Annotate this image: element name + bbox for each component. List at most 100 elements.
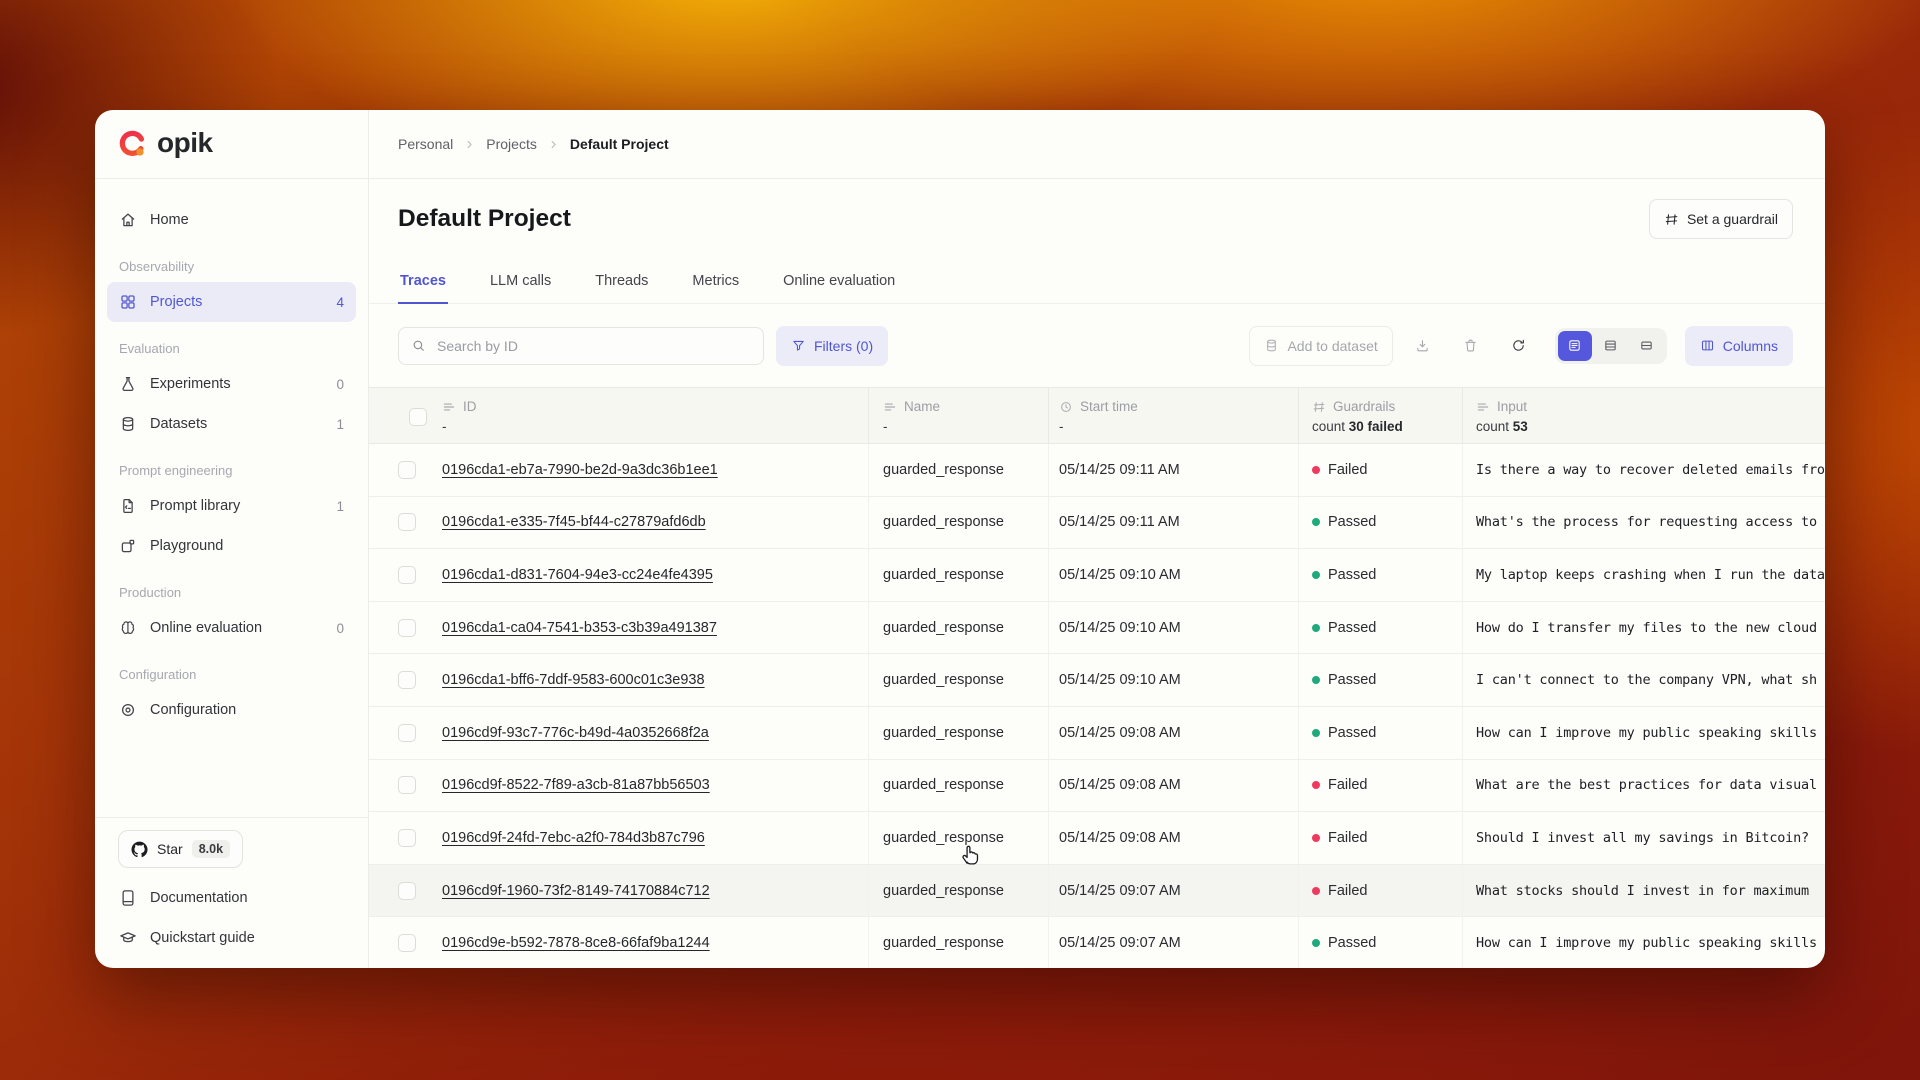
- row-checkbox[interactable]: [398, 776, 416, 794]
- trace-name: guarded_response: [883, 725, 1004, 741]
- trace-id-link[interactable]: 0196cd9f-24fd-7ebc-a2f0-784d3b87c796: [442, 830, 705, 846]
- row-checkbox[interactable]: [398, 934, 416, 952]
- guardrail-icon: [1664, 212, 1679, 227]
- grid-icon: [119, 293, 137, 311]
- search-input-wrapper: [398, 327, 764, 365]
- input-text: My laptop keeps crashing when I run the …: [1476, 567, 1825, 583]
- trace-id-link[interactable]: 0196cd9f-1960-73f2-8149-74170884c712: [442, 883, 710, 899]
- search-input[interactable]: [435, 337, 751, 355]
- trace-id-link[interactable]: 0196cda1-eb7a-7990-be2d-9a3dc36b1ee1: [442, 462, 718, 478]
- column-header-top: Input: [1476, 399, 1825, 414]
- sidebar-section-label-observability: Observability: [107, 259, 356, 274]
- sidebar-item-datasets[interactable]: Datasets1: [107, 404, 356, 444]
- sidebar-item-home[interactable]: Home: [107, 200, 356, 240]
- main-content: Personal Projects Default Project Default …: [369, 110, 1825, 968]
- align-left-icon: [442, 400, 456, 414]
- trace-id-link[interactable]: 0196cd9f-8522-7f89-a3cb-81a87bb56503: [442, 777, 710, 793]
- trace-name: guarded_response: [883, 830, 1004, 846]
- align-left-icon: [1476, 400, 1490, 414]
- input-text: What are the best practices for data vis…: [1476, 777, 1817, 793]
- breadcrumb: Personal Projects Default Project: [369, 110, 1825, 179]
- start-time-cell: 05/14/25 09:10 AM: [1049, 602, 1299, 654]
- trace-id-link[interactable]: 0196cd9f-93c7-776c-b49d-4a0352668f2a: [442, 725, 709, 741]
- sidebar-nav: HomeObservabilityProjects4EvaluationExpe…: [95, 179, 368, 817]
- breadcrumb-item-personal[interactable]: Personal: [398, 136, 453, 152]
- start-time-cell: 05/14/25 09:08 AM: [1049, 812, 1299, 864]
- sidebar-item-quickstart-guide[interactable]: Quickstart guide: [107, 918, 356, 958]
- playground-icon: [119, 537, 137, 555]
- trace-id-link[interactable]: 0196cda1-e335-7f45-bf44-c27879afd6db: [442, 514, 706, 530]
- filters-button[interactable]: Filters (0): [776, 326, 888, 366]
- column-header-input[interactable]: Inputcount 53: [1463, 388, 1825, 443]
- guardrail-status-dot: [1312, 624, 1320, 632]
- row-checkbox[interactable]: [398, 619, 416, 637]
- row-select-cell: [369, 497, 438, 549]
- guardrail-status-dot: [1312, 834, 1320, 842]
- guardrail-status-dot: [1312, 466, 1320, 474]
- trace-id-link[interactable]: 0196cd9e-b592-7878-8ce8-66faf9ba1244: [442, 935, 710, 951]
- guardrail-status-cell: Failed: [1299, 444, 1463, 496]
- row-checkbox[interactable]: [398, 724, 416, 742]
- row-checkbox[interactable]: [398, 671, 416, 689]
- tab-traces[interactable]: Traces: [398, 273, 448, 304]
- trace-name: guarded_response: [883, 672, 1004, 688]
- density-toggle-density-rows-icon[interactable]: [1594, 331, 1628, 361]
- sidebar-item-configuration[interactable]: Configuration: [107, 690, 356, 730]
- sidebar-item-online-evaluation[interactable]: Online evaluation0: [107, 608, 356, 648]
- density-toggle-density-card-icon[interactable]: [1558, 331, 1592, 361]
- sidebar-item-experiments[interactable]: Experiments0: [107, 364, 356, 404]
- trace-name-cell: guarded_response: [869, 549, 1049, 601]
- sidebar-item-projects[interactable]: Projects4: [107, 282, 356, 322]
- column-header-top: Start time: [1059, 399, 1298, 414]
- tab-online-evaluation[interactable]: Online evaluation: [781, 273, 897, 304]
- columns-button[interactable]: Columns: [1685, 326, 1793, 366]
- trace-id-link[interactable]: 0196cda1-bff6-7ddf-9583-600c01c3e938: [442, 672, 705, 688]
- download-icon: [1415, 338, 1430, 353]
- logo[interactable]: opik: [95, 110, 368, 179]
- trace-id-link[interactable]: 0196cda1-ca04-7541-b353-c3b39a491387: [442, 620, 717, 636]
- row-checkbox[interactable]: [398, 513, 416, 531]
- breadcrumb-item-projects[interactable]: Projects: [486, 136, 537, 152]
- set-guardrail-button[interactable]: Set a guardrail: [1649, 199, 1793, 239]
- trace-name: guarded_response: [883, 883, 1004, 899]
- column-header-start-time[interactable]: Start time-: [1049, 388, 1299, 443]
- opik-logo-icon: [118, 129, 148, 159]
- row-checkbox[interactable]: [398, 461, 416, 479]
- row-select-cell: [369, 917, 438, 968]
- input-text: What's the process for requesting access…: [1476, 514, 1817, 530]
- column-header-guardrails[interactable]: Guardrailscount 30 failed: [1299, 388, 1463, 443]
- row-select-cell: [369, 865, 438, 917]
- github-star-button[interactable]: Star 8.0k: [118, 830, 243, 868]
- sidebar-item-playground[interactable]: Playground: [107, 526, 356, 566]
- breadcrumb-item-default-project: Default Project: [570, 136, 669, 152]
- row-checkbox[interactable]: [398, 882, 416, 900]
- add-to-dataset-button[interactable]: Add to dataset: [1249, 326, 1392, 366]
- tab-metrics[interactable]: Metrics: [690, 273, 741, 304]
- tab-threads[interactable]: Threads: [593, 273, 650, 304]
- column-header-id[interactable]: ID-: [438, 388, 869, 443]
- trace-id-link[interactable]: 0196cda1-d831-7604-94e3-cc24e4fe4395: [442, 567, 713, 583]
- sidebar-item-count: 0: [336, 621, 344, 636]
- guardrail-status-dot: [1312, 518, 1320, 526]
- clock-icon: [1059, 400, 1073, 414]
- column-header-name[interactable]: Name-: [869, 388, 1049, 443]
- select-all-checkbox[interactable]: [409, 408, 427, 426]
- table-row: 0196cd9f-1960-73f2-8149-74170884c712 guar…: [369, 865, 1825, 918]
- sidebar-item-prompt-library[interactable]: Prompt library1: [107, 486, 356, 526]
- export-button[interactable]: [1405, 328, 1441, 364]
- sidebar-footer: Star 8.0k DocumentationQuickstart guide: [95, 817, 368, 968]
- filters-label: Filters (0): [814, 338, 873, 354]
- refresh-button[interactable]: [1501, 328, 1537, 364]
- tab-llm-calls[interactable]: LLM calls: [488, 273, 553, 304]
- sidebar-item-count: 1: [336, 417, 344, 432]
- row-density-toggle-group: [1555, 328, 1667, 364]
- density-toggle-density-compact-icon[interactable]: [1630, 331, 1664, 361]
- book-icon: [119, 889, 137, 907]
- row-checkbox[interactable]: [398, 566, 416, 584]
- delete-button[interactable]: [1453, 328, 1489, 364]
- database-icon: [1264, 338, 1279, 353]
- row-checkbox[interactable]: [398, 829, 416, 847]
- sidebar-item-documentation[interactable]: Documentation: [107, 878, 356, 918]
- trace-name-cell: guarded_response: [869, 707, 1049, 759]
- table-row: 0196cda1-d831-7604-94e3-cc24e4fe4395 guar…: [369, 549, 1825, 602]
